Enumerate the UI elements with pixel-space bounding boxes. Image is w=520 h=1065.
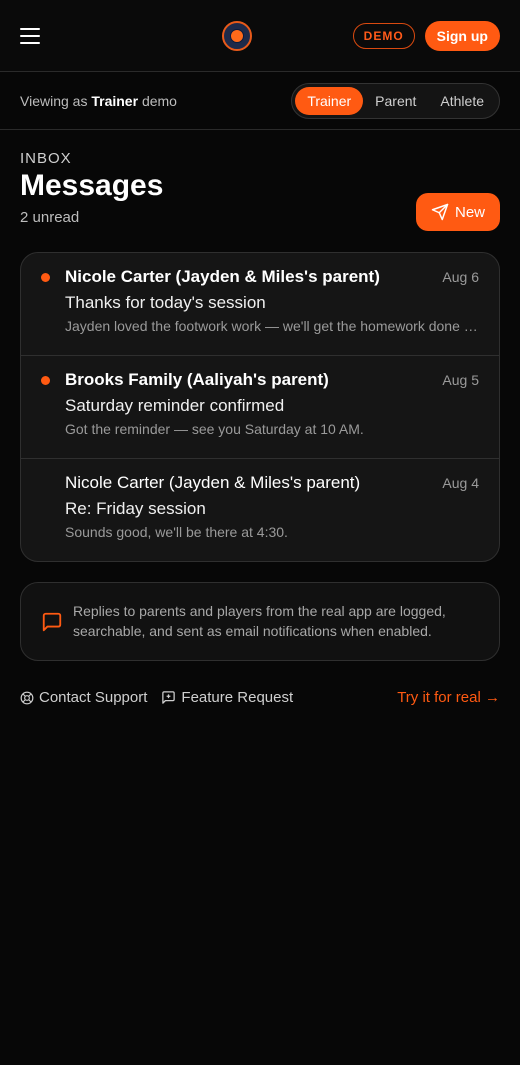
- contact-support-label: Contact Support: [39, 689, 148, 706]
- role-tab-trainer[interactable]: Trainer: [295, 86, 364, 115]
- app-logo[interactable]: [222, 20, 253, 51]
- send-icon: [431, 203, 449, 221]
- demo-badge: DEMO: [352, 22, 415, 49]
- basketball-icon: [230, 28, 245, 43]
- message-subject: Thanks for today's session: [65, 293, 266, 312]
- message-item[interactable]: Nicole Carter (Jayden & Miles's parent) …: [21, 253, 499, 356]
- viewing-suffix: demo: [141, 92, 177, 109]
- new-message-button[interactable]: New: [416, 193, 500, 231]
- message-square-icon: [42, 612, 62, 631]
- feature-request-label: Feature Request: [181, 689, 294, 706]
- try-real-link[interactable]: Try it for real →: [397, 689, 500, 706]
- feature-request-link[interactable]: Feature Request: [161, 689, 293, 706]
- unread-dot: [41, 376, 50, 385]
- contact-support-link[interactable]: Contact Support: [20, 689, 147, 706]
- message-item[interactable]: Nicole Carter (Jayden & Miles's parent) …: [21, 459, 499, 561]
- signup-button[interactable]: Sign up: [424, 20, 500, 51]
- footer: Contact Support Feature Request Try it f…: [0, 661, 520, 706]
- unread-dot: [41, 273, 50, 282]
- message-preview: Sounds good, we'll be there at 4:30.: [65, 524, 288, 540]
- message-subject: Re: Friday session: [65, 499, 206, 518]
- notice-text: Replies to parents and players from the …: [73, 602, 446, 639]
- message-preview: Jayden loved the footwork work — we'll g…: [65, 318, 479, 334]
- message-item[interactable]: Brooks Family (Aaliyah's parent) Aug 5 S…: [21, 356, 499, 459]
- life-buoy-icon: [20, 691, 34, 704]
- message-date: Aug 4: [442, 475, 479, 491]
- section-label: INBOX: [20, 150, 72, 167]
- message-sender: Nicole Carter (Jayden & Miles's parent): [65, 267, 380, 286]
- message-subject: Saturday reminder confirmed: [65, 396, 285, 415]
- menu-icon[interactable]: [20, 24, 44, 48]
- message-sender: Nicole Carter (Jayden & Miles's parent): [65, 473, 361, 492]
- info-notice: Replies to parents and players from the …: [20, 582, 500, 661]
- message-preview: Got the reminder — see you Saturday at 1…: [65, 421, 364, 437]
- new-button-label: New: [454, 203, 485, 221]
- viewing-as-text: Viewing as Trainer demo: [20, 93, 177, 109]
- message-sender: Brooks Family (Aaliyah's parent): [65, 370, 329, 389]
- viewing-prefix: Viewing as: [20, 92, 88, 109]
- top-bar: DEMO Sign up: [0, 0, 520, 72]
- role-switcher: Trainer Parent Athlete: [291, 82, 500, 119]
- message-list: Nicole Carter (Jayden & Miles's parent) …: [20, 252, 500, 562]
- role-tab-parent[interactable]: Parent: [363, 87, 428, 115]
- message-plus-icon: [162, 691, 176, 704]
- top-actions: DEMO Sign up: [352, 20, 500, 51]
- role-tab-athlete[interactable]: Athlete: [428, 87, 496, 115]
- inbox-header: INBOX Messages 2 unread New: [0, 130, 520, 252]
- message-date: Aug 6: [442, 269, 479, 285]
- role-bar: Viewing as Trainer demo Trainer Parent A…: [0, 72, 520, 130]
- viewing-role: Trainer: [91, 92, 139, 109]
- message-date: Aug 5: [442, 372, 479, 388]
